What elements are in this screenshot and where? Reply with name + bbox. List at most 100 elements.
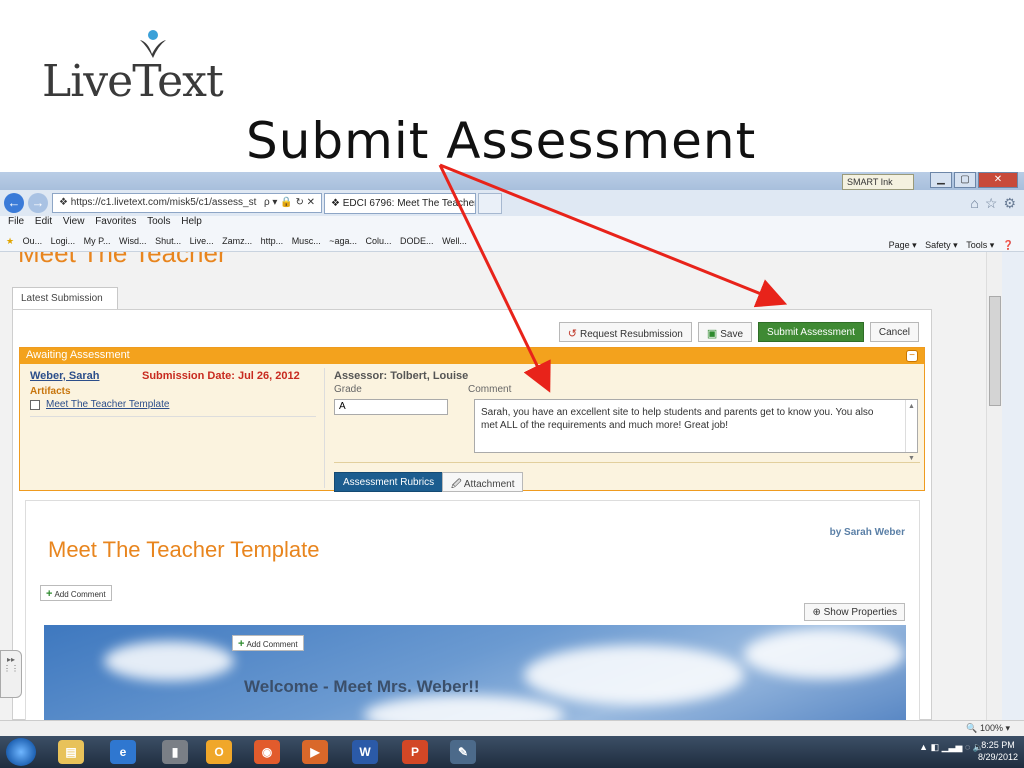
attachment-button[interactable]: 🖉 Attachment bbox=[442, 472, 524, 492]
comment-text: Sarah, you have an excellent site to hel… bbox=[481, 407, 874, 431]
page-content: Meet The Teacher Latest Submission ↺ Requ… bbox=[0, 252, 986, 720]
command-bar: Page ▾ Safety ▾ Tools ▾ ❓ bbox=[883, 236, 1014, 251]
comment-textarea[interactable]: Sarah, you have an excellent site to hel… bbox=[474, 399, 918, 462]
menu-favorites[interactable]: Favorites bbox=[95, 216, 136, 227]
signal-icon: ▁▃▅ bbox=[941, 742, 963, 752]
home-icon[interactable]: ⌂ bbox=[970, 195, 978, 212]
network-icon[interactable]: ◌ bbox=[965, 742, 970, 752]
cancel-button[interactable]: Cancel bbox=[869, 322, 919, 342]
show-properties-button[interactable]: ⊕ Show Properties bbox=[804, 603, 905, 621]
fav-item[interactable]: ~aga... bbox=[329, 236, 357, 246]
side-panel-handle[interactable]: ▸▸ ⋮⋮ bbox=[0, 650, 22, 698]
logo-text: LiveText bbox=[42, 56, 224, 107]
cmd-tools[interactable]: Tools ▾ bbox=[966, 240, 994, 251]
address-actions-icon[interactable]: ρ ▾ 🔒 ↻ ✕ bbox=[264, 197, 315, 208]
menu-file[interactable]: File bbox=[8, 216, 24, 227]
assessment-box: Awaiting Assessment − Weber, Sarah Submi… bbox=[19, 347, 925, 492]
plus-circle-icon: ⊕ bbox=[812, 607, 824, 618]
add-comment-label: Add Comment bbox=[246, 640, 298, 649]
close-icon[interactable]: ✕ bbox=[978, 172, 1018, 188]
grade-input[interactable]: A bbox=[334, 399, 448, 415]
url-input[interactable]: ❖ https://c1.livetext.com/misk5/c1/asses… bbox=[52, 193, 322, 213]
cmd-safety[interactable]: Safety ▾ bbox=[925, 240, 958, 251]
fav-item[interactable]: Wisd... bbox=[119, 236, 147, 246]
menu-help[interactable]: Help bbox=[181, 216, 202, 227]
tray-arrow-icon[interactable]: ▲ bbox=[919, 742, 928, 752]
start-button[interactable] bbox=[6, 738, 36, 766]
assessor-name: Assessor: Tolbert, Louise bbox=[334, 370, 469, 382]
help-icon[interactable]: ❓ bbox=[1003, 240, 1014, 251]
show-properties-label: Show Properties bbox=[823, 607, 897, 618]
comment-label: Comment bbox=[468, 384, 512, 395]
favorites-star-icon[interactable]: ☆ bbox=[985, 195, 998, 212]
cmd-page[interactable]: Page ▾ bbox=[889, 240, 917, 251]
vertical-scrollbar[interactable] bbox=[986, 252, 1002, 720]
tab-title: EDCI 6796: Meet The Teacher bbox=[342, 198, 476, 209]
assessor-column: Assessor: Tolbert, Louise Grade Comment … bbox=[334, 370, 920, 492]
grade-label: Grade bbox=[334, 384, 362, 395]
cloud-shape bbox=[524, 645, 744, 705]
fav-item[interactable]: Musc... bbox=[292, 236, 321, 246]
livetext-logo: LiveText bbox=[42, 22, 224, 107]
plus-icon: + bbox=[238, 638, 245, 650]
fav-item[interactable]: Colu... bbox=[366, 236, 392, 246]
chrome-icon[interactable]: ◉ bbox=[254, 740, 280, 764]
outlook-icon[interactable]: O bbox=[206, 740, 232, 764]
assessment-status-bar: Awaiting Assessment − bbox=[20, 348, 924, 364]
document-author: by Sarah Weber bbox=[829, 527, 905, 538]
assessment-rubrics-button[interactable]: Assessment Rubrics bbox=[334, 472, 444, 492]
cloud-shape bbox=[104, 641, 234, 681]
tray-app-icon[interactable]: ◧ bbox=[931, 742, 940, 752]
save-button[interactable]: ▣ Save bbox=[697, 322, 753, 342]
request-resubmission-button[interactable]: ↺ Request Resubmission bbox=[558, 322, 692, 342]
page-heading: Meet The Teacher bbox=[18, 252, 227, 268]
fav-item[interactable]: Ou... bbox=[23, 236, 43, 246]
powerpoint-icon[interactable]: P bbox=[402, 740, 428, 764]
maximize-icon[interactable]: ▢ bbox=[954, 172, 976, 188]
fav-item[interactable]: My P... bbox=[84, 236, 111, 246]
minimize-icon[interactable]: ▁ bbox=[930, 172, 952, 188]
paint-icon[interactable]: ✎ bbox=[450, 740, 476, 764]
fav-item[interactable]: http... bbox=[261, 236, 284, 246]
menu-tools[interactable]: Tools bbox=[147, 216, 170, 227]
scrollbar-thumb[interactable] bbox=[989, 296, 1001, 406]
menu-view[interactable]: View bbox=[63, 216, 85, 227]
url-text: https://c1.livetext.com/misk5/c1/assess_… bbox=[70, 197, 257, 208]
fav-item[interactable]: Logi... bbox=[51, 236, 76, 246]
document-title: Meet The Teacher Template bbox=[48, 537, 320, 562]
folder-icon[interactable]: ▤ bbox=[58, 740, 84, 764]
forward-icon[interactable]: → bbox=[28, 193, 48, 213]
menu-edit[interactable]: Edit bbox=[35, 216, 52, 227]
zoom-control[interactable]: 🔍 100% ▾ bbox=[966, 723, 1010, 734]
fav-item[interactable]: Live... bbox=[190, 236, 214, 246]
gear-icon[interactable]: ⚙ bbox=[1003, 195, 1016, 212]
fav-item[interactable]: Well... bbox=[442, 236, 467, 246]
status-bar: 🔍 100% ▾ bbox=[0, 720, 1024, 736]
add-comment-button[interactable]: + Add Comment bbox=[40, 585, 112, 601]
fav-item[interactable]: Zamz... bbox=[222, 236, 252, 246]
clock[interactable]: 8:25 PM 8/29/2012 bbox=[978, 739, 1018, 763]
internet-explorer-icon[interactable]: e bbox=[110, 740, 136, 764]
tab-latest-submission[interactable]: Latest Submission bbox=[12, 287, 118, 309]
submission-date: Submission Date: Jul 26, 2012 bbox=[142, 370, 300, 382]
back-icon[interactable]: ← bbox=[4, 193, 24, 213]
undo-icon: ↺ bbox=[567, 328, 578, 340]
phone-icon[interactable]: ▮ bbox=[162, 740, 188, 764]
media-icon[interactable]: ▶ bbox=[302, 740, 328, 764]
fav-item[interactable]: DODE... bbox=[400, 236, 434, 246]
collapse-icon[interactable]: − bbox=[906, 350, 918, 362]
fav-star-icon: ★ bbox=[6, 236, 15, 246]
new-tab-button[interactable] bbox=[478, 193, 502, 214]
word-icon[interactable]: W bbox=[352, 740, 378, 764]
document-icon bbox=[30, 399, 40, 410]
tab-meet-the-teacher[interactable]: ❖ EDCI 6796: Meet The Teacher × bbox=[324, 193, 476, 214]
site-icon: ❖ bbox=[59, 197, 71, 208]
fav-item[interactable]: Shut... bbox=[155, 236, 181, 246]
browser-right-icons: ⌂ ☆ ⚙ bbox=[970, 195, 1016, 212]
add-comment-button[interactable]: + Add Comment bbox=[232, 635, 304, 651]
comment-scrollbar[interactable]: ▲ ▼ bbox=[905, 400, 917, 462]
smart-ink-toolbar[interactable]: SMART Ink bbox=[842, 174, 914, 190]
artifact-link[interactable]: Meet The Teacher Template bbox=[30, 399, 316, 410]
submission-panel: ↺ Request Resubmission ▣ Save Submit Asses… bbox=[12, 309, 932, 720]
submit-assessment-button[interactable]: Submit Assessment bbox=[758, 322, 864, 342]
